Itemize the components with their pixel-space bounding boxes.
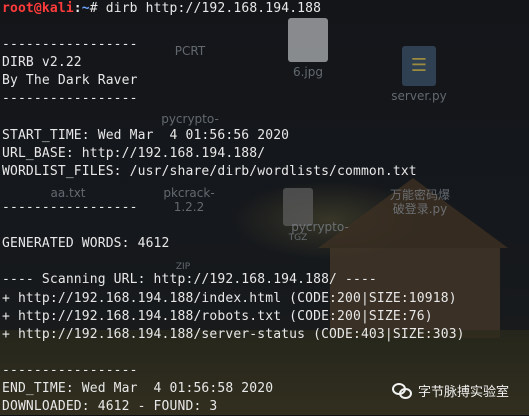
wechat-icon [392,382,412,399]
terminal-line: DOWNLOADED: 4612 - FOUND: 3 [2,399,218,415]
prompt-symbol: # [89,1,106,16]
terminal-line: ---- Scanning URL: http://192.168.194.18… [2,272,377,288]
prompt-path: ~ [81,1,90,16]
terminal-line: URL_BASE: http://192.168.194.188/ [2,145,266,161]
terminal-line: ----------------- [2,37,138,53]
prompt-user-host: root@kali [2,1,74,16]
terminal-line: By The Dark Raver [2,73,138,89]
terminal-line: ----------------- [2,362,138,378]
terminal-output[interactable]: root@kali:~# dirb http://192.168.194.188… [0,0,529,415]
terminal-line: ----------------- [2,200,138,216]
terminal-line: + http://192.168.194.188/index.html (COD… [2,290,457,306]
terminal-line: + http://192.168.194.188/server-status (… [2,326,465,342]
watermark-text: 字节脉搏实验室 [418,384,510,400]
prompt-command: dirb http://192.168.194.188 [105,1,322,16]
terminal-prompt-line: root@kali:~# dirb http://192.168.194.188 [2,0,529,18]
prompt-separator: : [73,1,82,16]
watermark: 字节脉搏实验室 [392,380,509,400]
terminal-line: WORDLIST_FILES: /usr/share/dirb/wordlist… [2,163,417,179]
terminal-line: ----------------- [2,91,138,107]
terminal-line: START_TIME: Wed Mar 4 01:56:56 2020 [2,127,290,143]
terminal-line: DIRB v2.22 [2,55,82,71]
terminal-line: GENERATED WORDS: 4612 [2,236,170,252]
terminal-line: + http://192.168.194.188/robots.txt (COD… [2,308,433,324]
